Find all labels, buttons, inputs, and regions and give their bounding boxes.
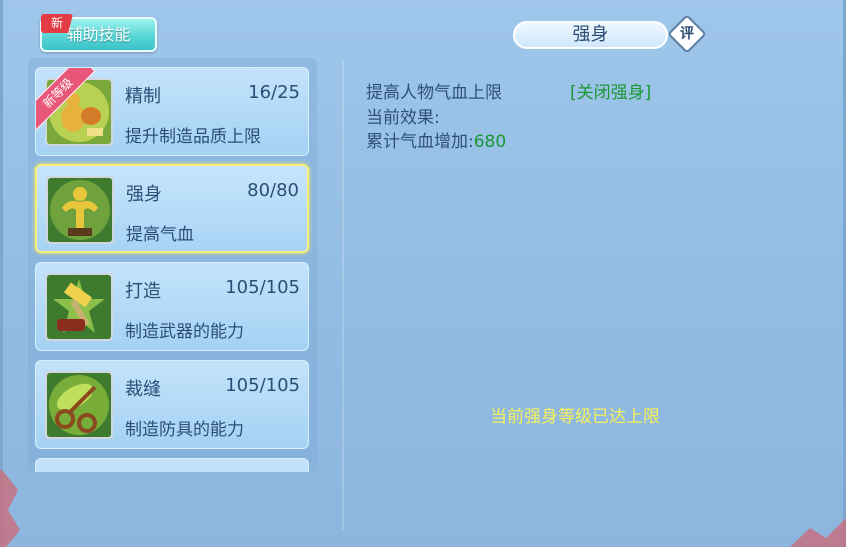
skill-icon-frame [45,371,113,439]
skill-level: 105/105 [225,375,300,396]
skill-desc: 制造武器的能力 [125,322,244,342]
skill-desc: 提升制造品质上限 [125,127,261,147]
ribbon-wrap: 新等级 [36,68,106,138]
forge-hammer-icon [47,275,111,339]
skill-level: 16/25 [248,82,300,103]
corner-ornament-right-icon [790,518,846,547]
skill-effect-desc: 提高人物气血上限 [366,83,502,103]
accum-hp-value: 680 [473,132,507,152]
skill-level: 105/105 [225,277,300,298]
skill-icon-frame [45,273,113,341]
skill-list[interactable]: 新等级 精制 16/25 提升制造品质上限 强身 80/80 提高气血 打造 1… [28,58,317,472]
accum-hp-line: 累计气血增加:680 [366,127,506,152]
skill-card-qiangshen[interactable]: 强身 80/80 提高气血 [35,164,309,253]
skill-card-jingzhi[interactable]: 新等级 精制 16/25 提升制造品质上限 [35,67,309,156]
skill-level: 80/80 [247,180,299,201]
skill-title: 强身 [513,21,668,49]
strong-body-icon [48,178,112,242]
skill-desc: 提高气血 [126,225,194,245]
tailor-scissors-icon [47,373,111,437]
accum-hp-label: 累计气血增加: [366,132,474,152]
close-strong-body-link[interactable]: [关闭强身] [570,78,651,103]
skill-name: 裁缝 [125,379,161,400]
skill-card-dazao[interactable]: 打造 105/105 制造武器的能力 [35,262,309,351]
skill-name: 强身 [126,184,162,205]
skill-card-partial[interactable] [35,458,309,472]
skill-name: 精制 [125,86,161,107]
panel-divider [342,60,344,530]
skill-name: 打造 [125,281,161,302]
review-label[interactable]: 评 [673,20,701,48]
max-level-message: 当前强身等级已达上限 [490,407,660,427]
skill-icon-frame [46,176,114,244]
new-badge: 新 [41,14,73,33]
current-effect-label: 当前效果: [366,108,440,128]
new-level-ribbon: 新等级 [36,68,96,131]
corner-ornament-left-icon [0,470,20,547]
tab-label: 辅助技能 [66,25,131,44]
skill-desc: 制造防具的能力 [125,420,244,440]
skill-card-caifeng[interactable]: 裁缝 105/105 制造防具的能力 [35,360,309,449]
